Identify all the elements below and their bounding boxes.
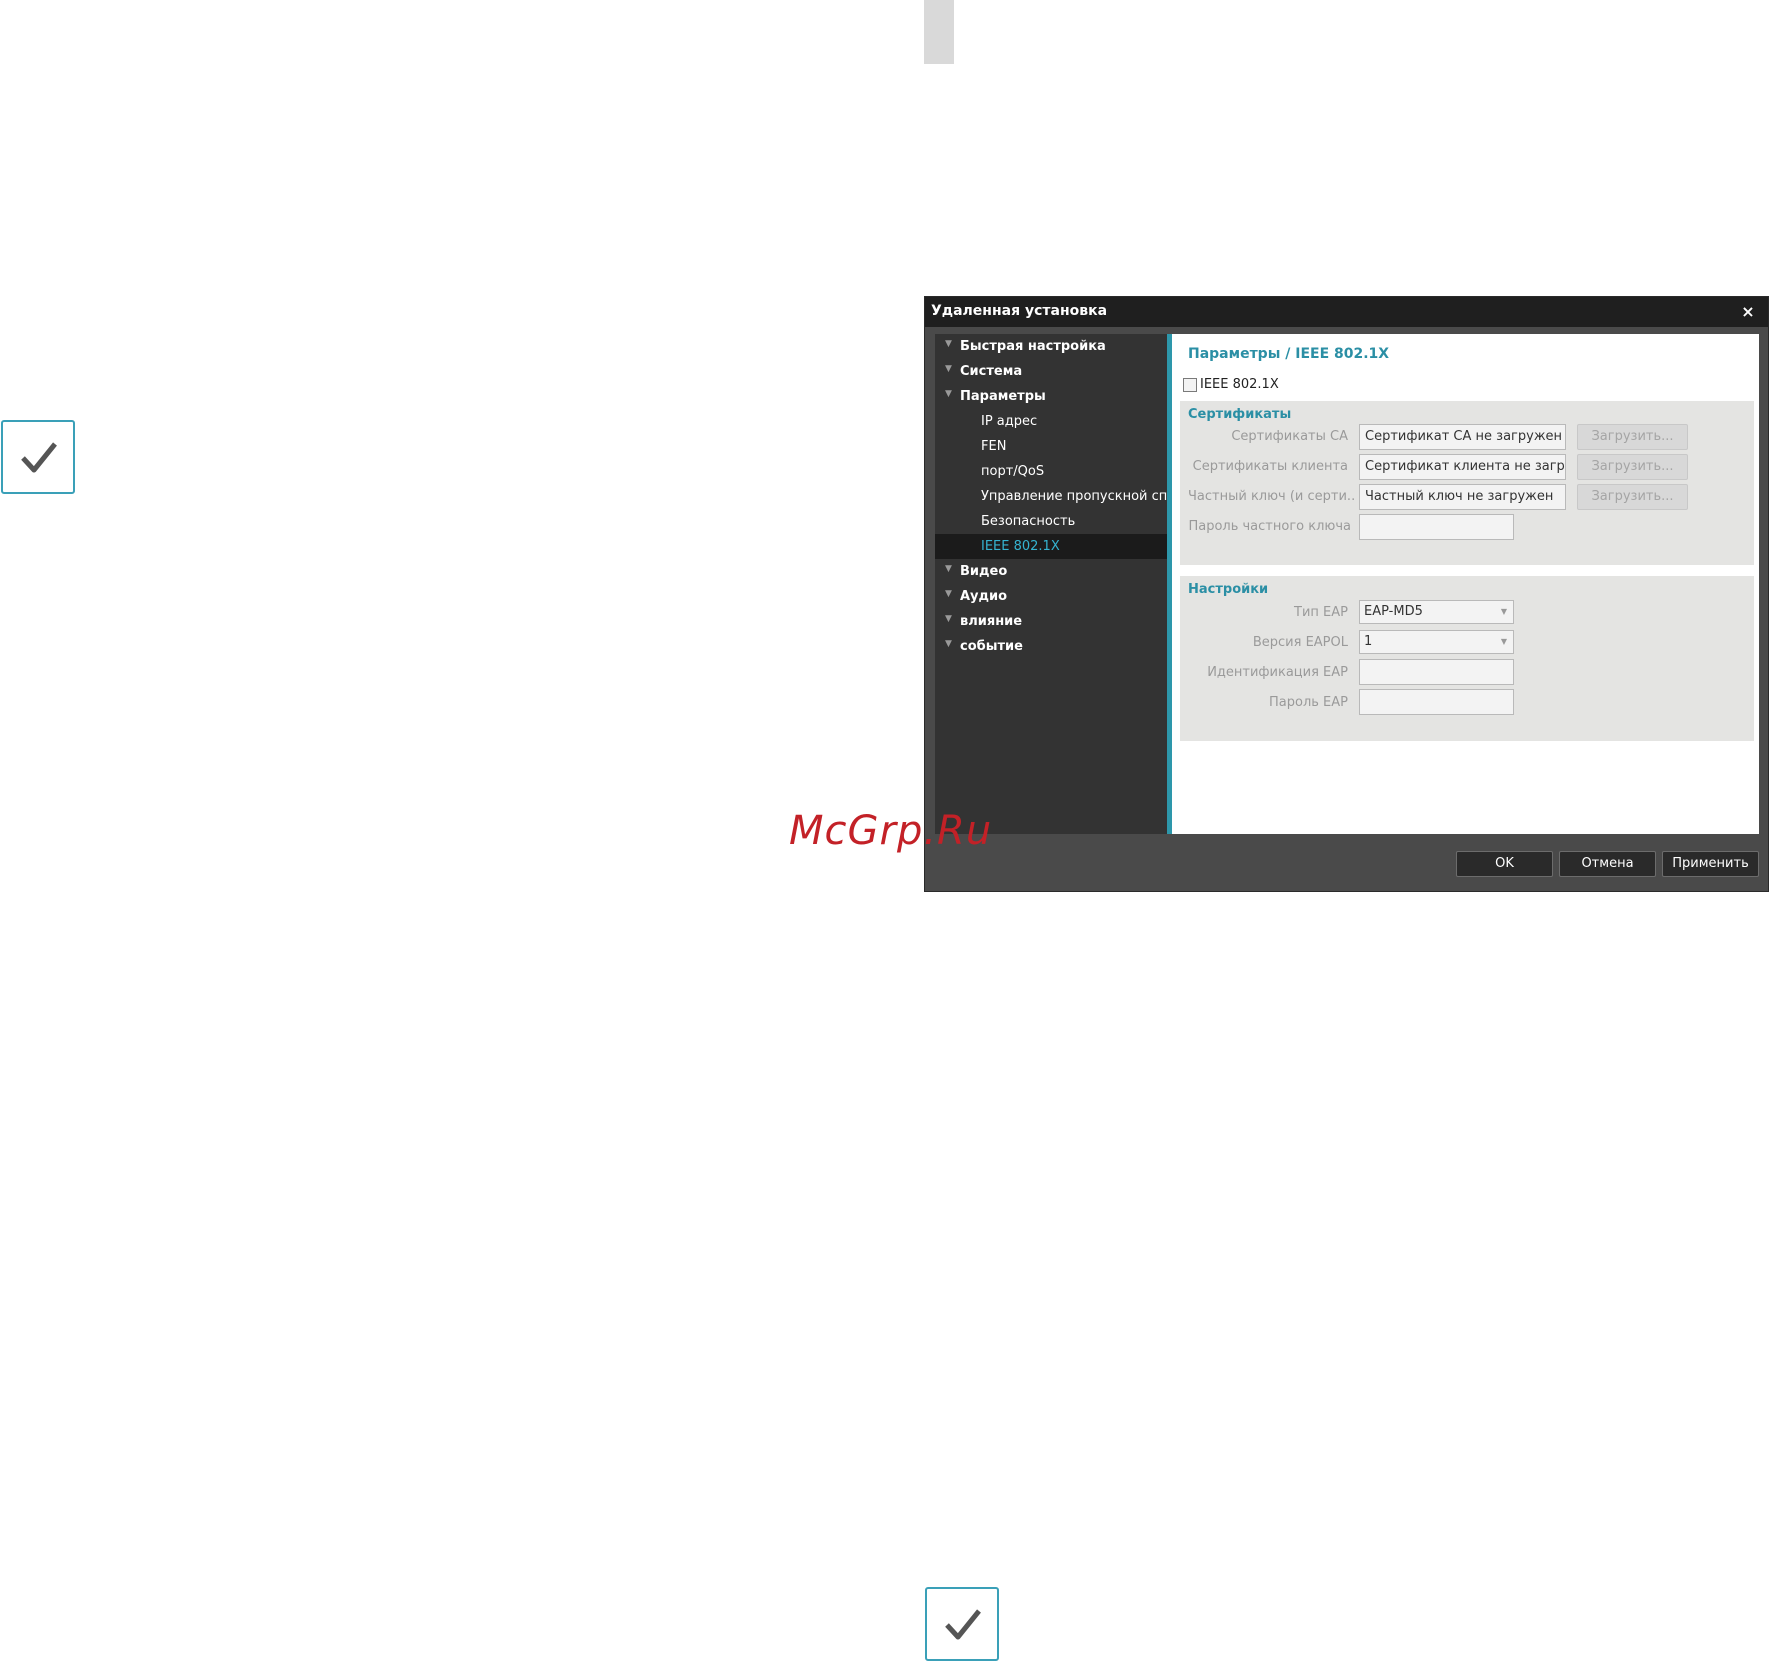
certificates-title: Сертификаты bbox=[1188, 407, 1292, 422]
tree-item-influence[interactable]: ▼ влияние bbox=[935, 609, 1167, 634]
client-cert-field: Сертификат клиента не загружен bbox=[1359, 454, 1566, 480]
ieee-8021x-checkbox-label: IEEE 802.1X bbox=[1200, 377, 1279, 392]
expand-arrow-icon: ▼ bbox=[945, 639, 952, 649]
note-check-icon bbox=[1, 420, 75, 494]
dialog-title: Удаленная установка bbox=[931, 303, 1108, 319]
expand-arrow-icon: ▼ bbox=[945, 564, 952, 574]
tree-item-bandwidth[interactable]: Управление пропускной способностью bbox=[935, 484, 1167, 509]
ca-cert-upload-button[interactable]: Загрузить... bbox=[1577, 424, 1688, 450]
eap-identity-label: Идентификация EAP bbox=[1207, 665, 1348, 680]
eap-settings-title: Настройки bbox=[1188, 582, 1269, 597]
watermark: McGrp.Ru bbox=[789, 808, 993, 854]
eap-password-label: Пароль EAP bbox=[1269, 695, 1348, 710]
client-cert-upload-button[interactable]: Загрузить... bbox=[1577, 454, 1688, 480]
settings-tree: ▼ Быстрая настройка ▼ Система ▼ Параметр… bbox=[935, 334, 1167, 834]
tree-item-quick-setup[interactable]: ▼ Быстрая настройка bbox=[935, 334, 1167, 359]
breadcrumb: Параметры / IEEE 802.1X bbox=[1188, 346, 1390, 362]
tree-item-ieee-8021x[interactable]: IEEE 802.1X bbox=[935, 534, 1167, 559]
tree-item-audio[interactable]: ▼ Аудио bbox=[935, 584, 1167, 609]
dialog-titlebar: Удаленная установка × bbox=[925, 297, 1768, 327]
eap-type-value: EAP-MD5 bbox=[1364, 604, 1423, 619]
private-key-field: Частный ключ не загружен bbox=[1359, 484, 1566, 510]
note-check-icon bbox=[925, 1587, 999, 1661]
ok-button[interactable]: OK bbox=[1456, 851, 1553, 877]
expand-arrow-icon: ▼ bbox=[945, 614, 952, 624]
private-key-label: Частный ключ (и серти... bbox=[1188, 489, 1356, 504]
expand-arrow-icon: ▼ bbox=[945, 364, 952, 374]
private-key-password-input[interactable] bbox=[1359, 514, 1514, 540]
settings-panel: Параметры / IEEE 802.1X IEEE 802.1X Серт… bbox=[1172, 334, 1759, 834]
apply-button[interactable]: Применить bbox=[1662, 851, 1759, 877]
client-cert-label: Сертификаты клиента bbox=[1192, 459, 1348, 474]
eap-type-select[interactable]: EAP-MD5 ▼ bbox=[1359, 600, 1514, 624]
cancel-button[interactable]: Отмена bbox=[1559, 851, 1656, 877]
eap-password-input[interactable] bbox=[1359, 689, 1514, 715]
eapol-version-label: Версия EAPOL bbox=[1252, 635, 1348, 650]
close-button[interactable]: × bbox=[1738, 302, 1758, 322]
expand-arrow-icon: ▼ bbox=[945, 389, 952, 399]
ca-cert-label: Сертификаты CA bbox=[1231, 429, 1348, 444]
tree-item-security[interactable]: Безопасность bbox=[935, 509, 1167, 534]
tree-item-ip-address[interactable]: IP адрес bbox=[935, 409, 1167, 434]
private-key-password-label: Пароль частного ключа bbox=[1188, 519, 1351, 534]
certificates-section: Сертификаты Сертификаты CA Сертификат CA… bbox=[1180, 401, 1754, 565]
ieee-8021x-checkbox[interactable] bbox=[1183, 377, 1197, 392]
tree-item-system[interactable]: ▼ Система bbox=[935, 359, 1167, 384]
expand-arrow-icon: ▼ bbox=[945, 589, 952, 599]
ca-cert-field: Сертификат CA не загружен bbox=[1359, 424, 1566, 450]
eap-identity-input[interactable] bbox=[1359, 659, 1514, 685]
ieee-8021x-toggle-row: IEEE 802.1X bbox=[1183, 374, 1279, 392]
eap-settings-section: Настройки Тип EAP EAP-MD5 ▼ Версия EAPOL… bbox=[1180, 576, 1754, 741]
expand-arrow-icon: ▼ bbox=[945, 339, 952, 349]
eap-type-label: Тип EAP bbox=[1294, 605, 1348, 620]
chevron-down-icon: ▼ bbox=[1500, 607, 1507, 616]
tree-item-event[interactable]: ▼ событие bbox=[935, 634, 1167, 659]
tree-item-parameters[interactable]: ▼ Параметры bbox=[935, 384, 1167, 409]
chevron-down-icon: ▼ bbox=[1500, 637, 1507, 646]
remote-setup-dialog: Удаленная установка × ▼ Быстрая настройк… bbox=[924, 296, 1769, 892]
eapol-version-value: 1 bbox=[1364, 634, 1373, 649]
page-gray-tab bbox=[924, 0, 954, 64]
eapol-version-select[interactable]: 1 ▼ bbox=[1359, 630, 1514, 654]
tree-item-port-qos[interactable]: порт/QoS bbox=[935, 459, 1167, 484]
private-key-upload-button[interactable]: Загрузить... bbox=[1577, 484, 1688, 510]
tree-item-fen[interactable]: FEN bbox=[935, 434, 1167, 459]
tree-item-video[interactable]: ▼ Видео bbox=[935, 559, 1167, 584]
